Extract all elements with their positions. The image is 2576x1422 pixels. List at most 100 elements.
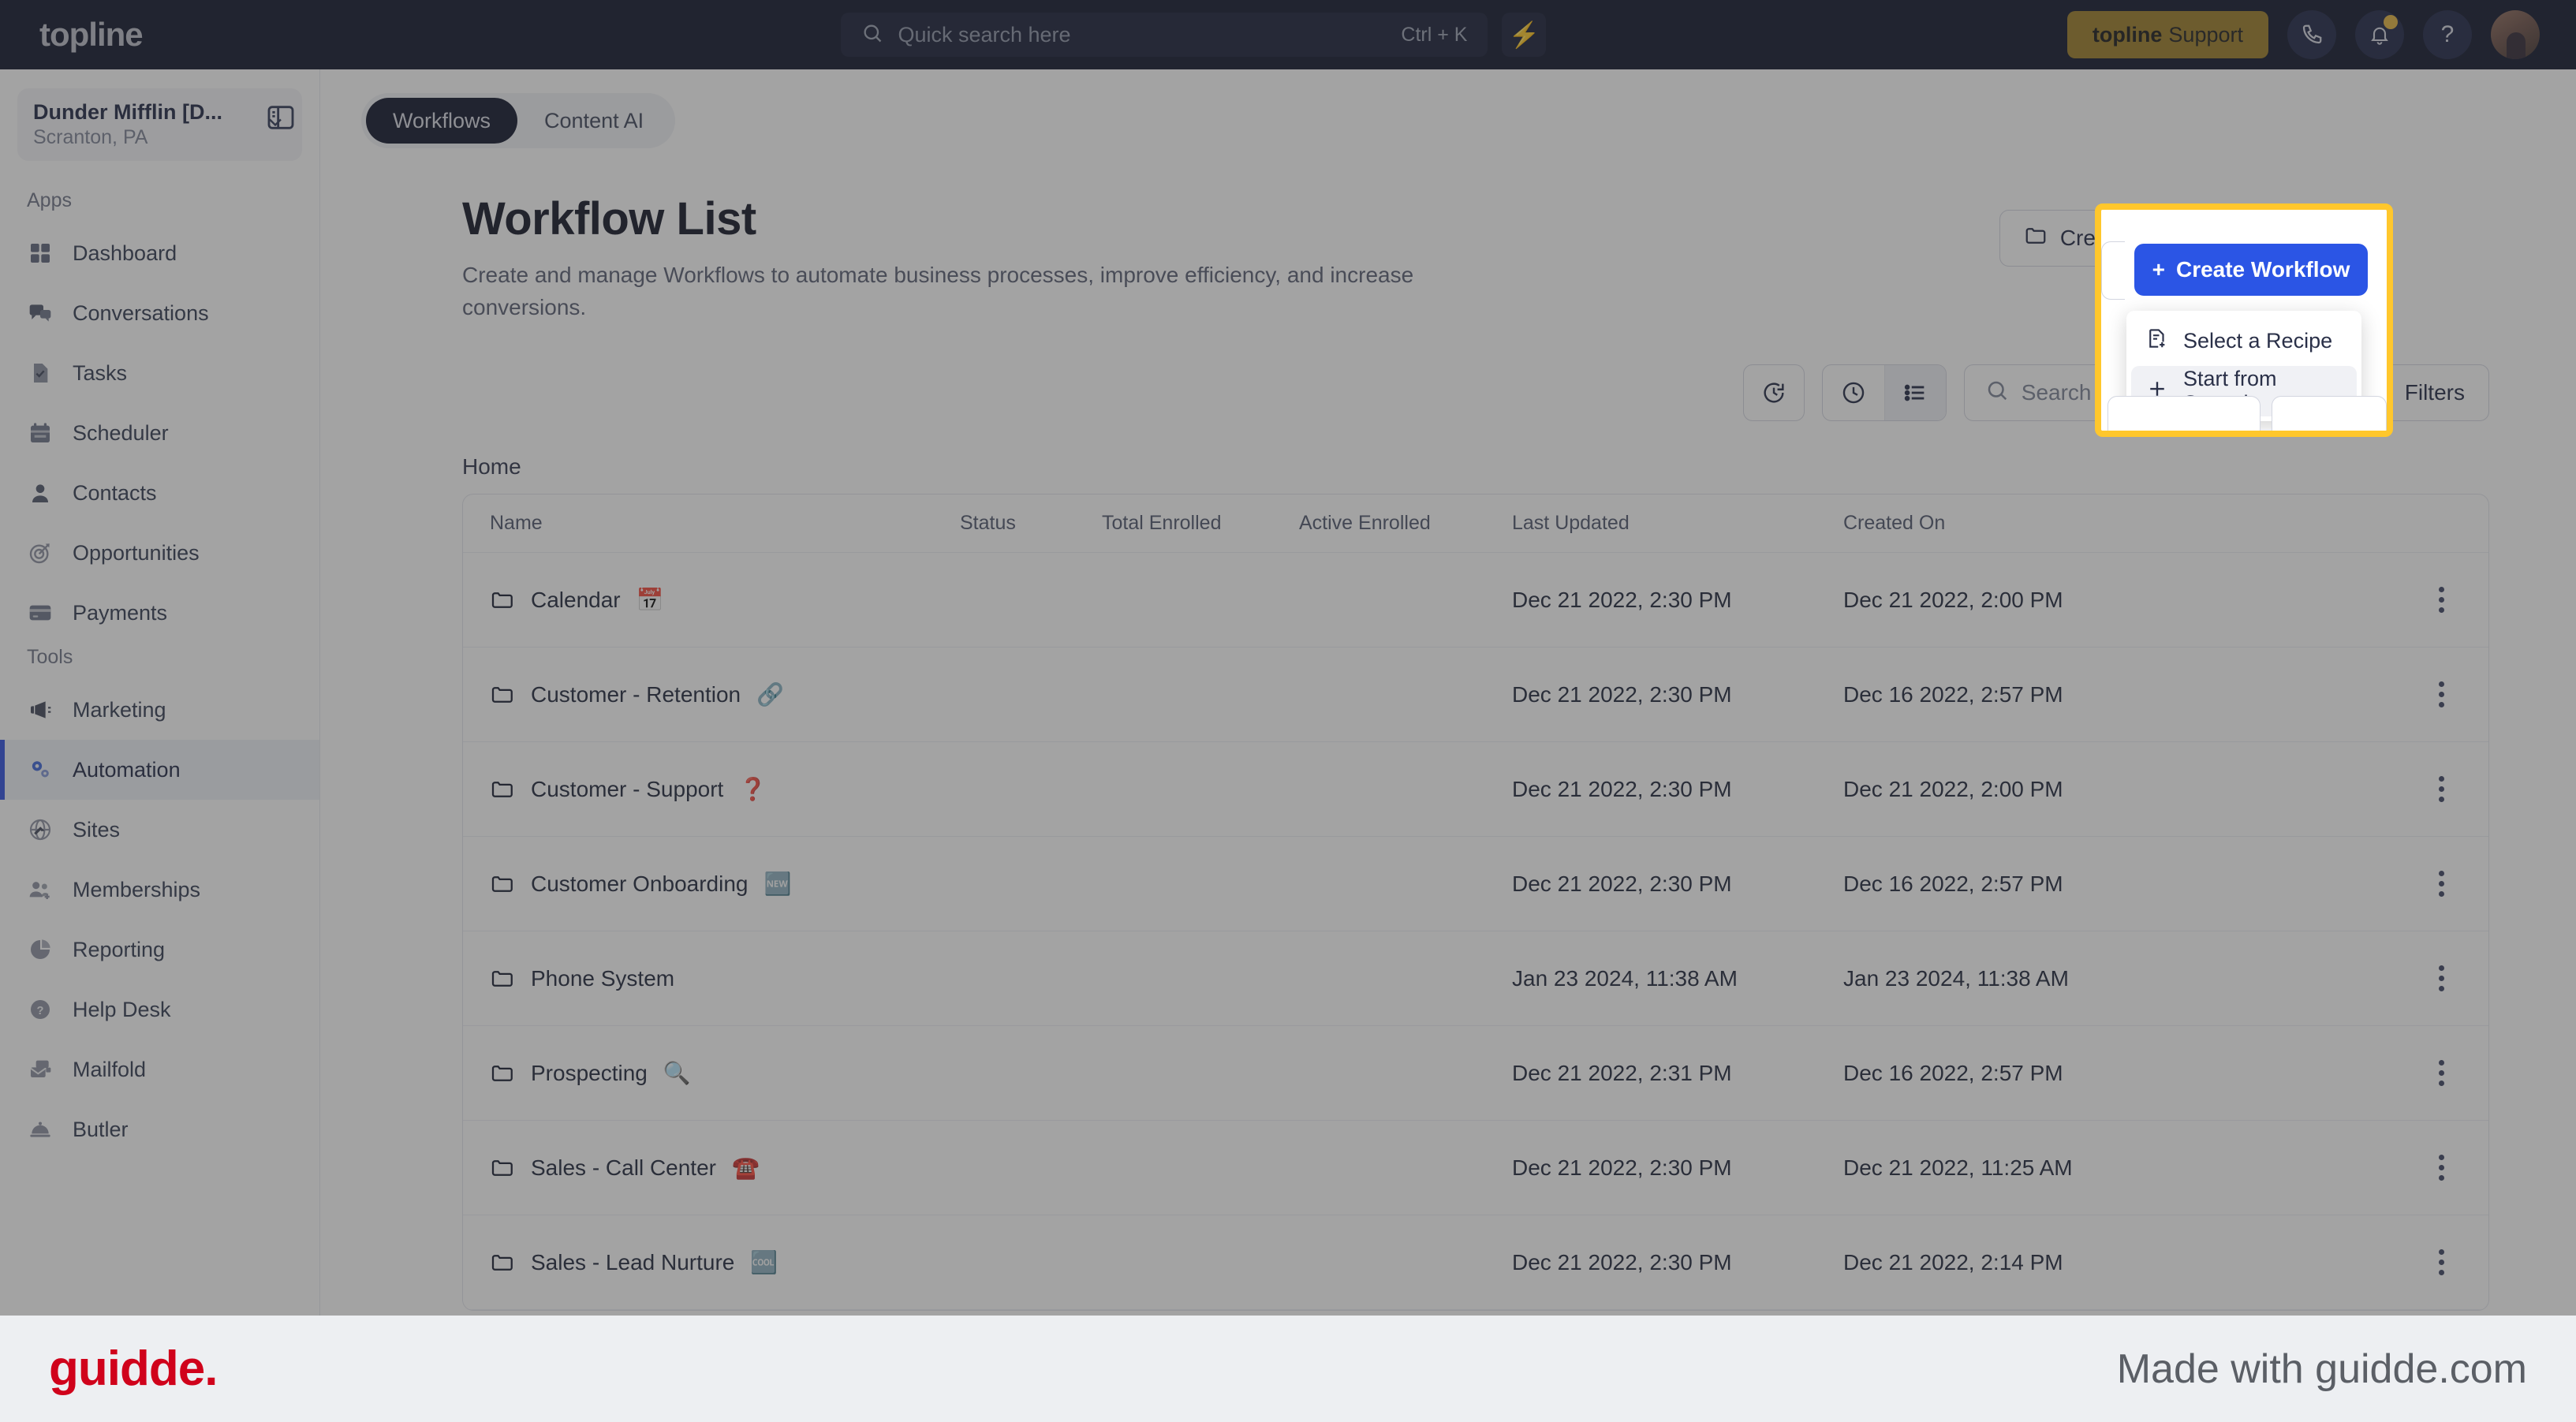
table-row[interactable]: Phone System Jan 23 2024, 11:38 AM Jan 23 …: [463, 931, 2488, 1027]
page-description: Create and manage Workflows to automate …: [462, 263, 1414, 319]
cell-created: Dec 21 2022, 2:00 PM: [1843, 776, 2063, 801]
sidebar-item-marketing[interactable]: Marketing: [0, 680, 319, 740]
sidebar-item-label: Memberships: [73, 877, 201, 901]
sidebar-item-help-desk[interactable]: ? Help Desk: [0, 980, 319, 1039]
clock-arrow-icon[interactable]: [1742, 364, 1805, 422]
cell-name[interactable]: Calendar 📅: [463, 587, 960, 613]
sidebar-item-label: Contacts: [73, 480, 157, 505]
table-row[interactable]: Sales - Call Center ☎️ Dec 21 2022, 2:30 P…: [463, 1121, 2488, 1216]
row-actions-menu-button[interactable]: [2394, 1249, 2488, 1276]
bell-icon[interactable]: [2355, 10, 2404, 59]
phone-icon[interactable]: [2287, 10, 2336, 59]
cell-updated: Dec 21 2022, 2:30 PM: [1512, 681, 1732, 707]
tab-content-ai[interactable]: Content AI: [517, 98, 670, 144]
question-mark-icon[interactable]: ?: [2423, 10, 2472, 59]
column-header-total-enrolled[interactable]: Total Enrolled: [1102, 512, 1299, 535]
folder-icon: [490, 588, 515, 613]
panel-toggle-icon[interactable]: [263, 99, 299, 136]
sidebar-item-label: Sites: [73, 817, 121, 842]
workflow-folder-emoji: ☎️: [731, 1155, 760, 1181]
location-sublabel: Scranton, PA: [33, 126, 148, 148]
row-actions-menu-button[interactable]: [2394, 1155, 2488, 1181]
table-row[interactable]: Calendar 📅 Dec 21 2022, 2:30 PM Dec 21 2022…: [463, 553, 2488, 648]
sidebar-item-label: Payments: [73, 600, 168, 625]
column-header-name[interactable]: Name: [463, 512, 960, 535]
folder-icon: [490, 1250, 515, 1275]
create-workflow-label: Create Workflow: [2175, 257, 2350, 282]
row-actions-menu-button[interactable]: [2394, 871, 2488, 898]
kebab-menu-icon: [2438, 776, 2444, 803]
cell-name[interactable]: Phone System: [463, 966, 960, 991]
lightning-bolt-icon[interactable]: ⚡: [1502, 13, 1547, 57]
kebab-menu-icon: [2438, 871, 2444, 898]
sidebar-item-label: Mailfold: [73, 1057, 147, 1081]
row-actions-menu-button[interactable]: [2394, 587, 2488, 614]
list-icon[interactable]: [1883, 365, 1946, 421]
sidebar-item-payments[interactable]: Payments: [0, 583, 319, 643]
row-actions-menu-button[interactable]: [2394, 1060, 2488, 1087]
row-actions-menu-button[interactable]: [2394, 965, 2488, 992]
sidebar-item-label: Help Desk: [73, 997, 171, 1021]
folder-icon: [490, 682, 515, 707]
row-actions-menu-button[interactable]: [2394, 776, 2488, 803]
chat-icon: [27, 300, 54, 327]
cell-name[interactable]: Customer - Support ❓: [463, 776, 960, 802]
sidebar-item-tasks[interactable]: Tasks: [0, 343, 319, 403]
sidebar-item-dashboard[interactable]: Dashboard: [0, 223, 319, 283]
tab-workflows[interactable]: Workflows: [366, 98, 518, 144]
quick-search-input[interactable]: Quick search here Ctrl + K: [841, 13, 1488, 57]
column-header-status[interactable]: Status: [960, 512, 1102, 535]
workflow-folder-emoji: 🔗: [756, 682, 784, 707]
sidebar-item-contacts[interactable]: Contacts: [0, 463, 319, 523]
page-title: Workflow List: [462, 193, 756, 244]
cell-name[interactable]: Sales - Lead Nurture 🆒: [463, 1249, 960, 1275]
table-row[interactable]: Sales - Lead Nurture 🆒 Dec 21 2022, 2:30 P…: [463, 1215, 2488, 1311]
cell-name[interactable]: Customer - Retention 🔗: [463, 681, 960, 707]
top-bar-right: topline Support ?: [2066, 10, 2576, 59]
sidebar-item-reporting[interactable]: Reporting: [0, 920, 319, 980]
table-row[interactable]: Prospecting 🔍 Dec 21 2022, 2:31 PM Dec 16 2…: [463, 1026, 2488, 1122]
sidebar-section-label: Tools: [27, 646, 73, 668]
avatar[interactable]: [2491, 10, 2540, 59]
search-icon: [861, 22, 883, 48]
sidebar-item-scheduler[interactable]: Scheduler: [0, 403, 319, 463]
sidebar-nav: Apps Dashboard Conversations Tasks Scheduler…: [0, 186, 319, 1159]
clock-icon[interactable]: [1823, 365, 1884, 420]
cell-name[interactable]: Prospecting 🔍: [463, 1060, 960, 1086]
top-bar-center: Quick search here Ctrl + K ⚡: [320, 13, 2067, 57]
support-button[interactable]: topline Support: [2066, 11, 2268, 58]
create-workflow-button[interactable]: + Create Workflow: [2134, 244, 2368, 296]
cell-name[interactable]: Customer Onboarding 🆕: [463, 871, 960, 897]
target-icon: [27, 539, 54, 566]
view-mode-segmented: [1821, 364, 1947, 422]
sidebar-item-label: Marketing: [73, 697, 166, 722]
dashboard-icon: [27, 240, 54, 267]
sidebar-item-mailfold[interactable]: Mailfold: [0, 1039, 319, 1099]
table-row[interactable]: Customer Onboarding 🆕 Dec 21 2022, 2:30 PM…: [463, 837, 2488, 932]
table-row[interactable]: Customer - Retention 🔗 Dec 21 2022, 2:30 P…: [463, 648, 2488, 743]
sidebar-item-opportunities[interactable]: Opportunities: [0, 523, 319, 583]
filters-label: Filters: [2404, 380, 2465, 405]
table-row[interactable]: Customer - Support ❓ Dec 21 2022, 2:30 PM D…: [463, 742, 2488, 838]
menu-item-select-a-recipe[interactable]: Select a Recipe: [2131, 315, 2357, 366]
column-header-last-updated[interactable]: Last Updated: [1512, 512, 1843, 535]
sidebar-item-automation[interactable]: Automation: [0, 740, 319, 800]
cell-name[interactable]: Sales - Call Center ☎️: [463, 1155, 960, 1181]
app-logo[interactable]: topline: [0, 16, 320, 54]
workflow-folder-name: Calendar: [531, 587, 621, 612]
column-header-active-enrolled[interactable]: Active Enrolled: [1299, 512, 1512, 535]
sidebar-item-conversations[interactable]: Conversations: [0, 283, 319, 343]
column-header-created-on[interactable]: Created On: [1843, 512, 2394, 535]
menu-item-label: Select a Recipe: [2183, 328, 2333, 353]
row-actions-menu-button[interactable]: [2394, 681, 2488, 708]
sidebar-item-sites[interactable]: Sites: [0, 800, 319, 860]
workflow-folder-name: Customer - Retention: [531, 681, 741, 707]
breadcrumb[interactable]: Home: [462, 454, 2489, 480]
sidebar-item-butler[interactable]: Butler: [0, 1099, 319, 1159]
sidebar-item-memberships[interactable]: Memberships: [0, 860, 319, 920]
kebab-menu-icon: [2438, 1060, 2444, 1087]
svg-text:?: ?: [37, 1005, 44, 1017]
guidde-logo: guidde.: [49, 1342, 218, 1396]
location-switcher[interactable]: Dunder Mifflin [D... Scranton, PA: [17, 88, 302, 161]
person-icon: [27, 480, 54, 506]
